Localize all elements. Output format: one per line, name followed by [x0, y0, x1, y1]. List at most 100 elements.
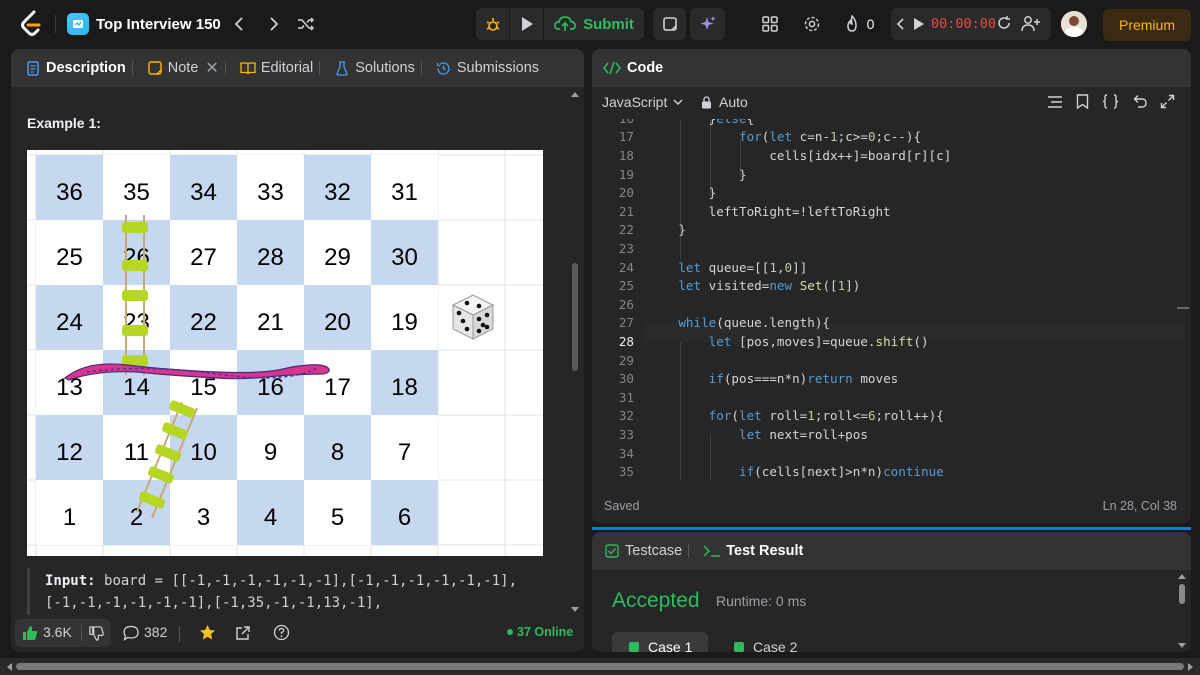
thumbs-up-icon[interactable] [22, 625, 38, 646]
code-text: let queue=[[1,0]] [678, 259, 808, 275]
code-line: 27 while(queue.length){ [592, 314, 1180, 333]
case-1-check-icon [629, 642, 639, 652]
tab-solutions[interactable]: Solutions [334, 60, 428, 76]
description-tabs: Description Note ✕ Editorial Solutions S… [11, 49, 584, 87]
description-icon [25, 60, 41, 76]
line-number: 21 [618, 203, 634, 219]
line-number: 29 [618, 352, 634, 368]
tab-testcase[interactable]: Testcase [604, 543, 695, 559]
problem-list-title[interactable]: Top Interview 150 [96, 12, 221, 36]
settings-gear-icon[interactable] [800, 12, 824, 36]
line-number: 20 [618, 185, 634, 201]
tab-test-result-label: Test Result [726, 543, 804, 559]
share-icon[interactable] [235, 625, 251, 646]
code-text: cells[idx++]=board[r][c] [648, 147, 952, 163]
streak-count: 0 [866, 16, 875, 32]
streak-counter[interactable]: 0 [840, 12, 878, 36]
code-text: let next=roll+pos [739, 426, 868, 442]
help-icon[interactable] [273, 624, 290, 646]
problem-list-icon[interactable] [67, 13, 89, 35]
code-panel: Code JavaScript Auto 16 }else{17 for(let… [592, 49, 1191, 523]
timer-display: 00:00:00 [931, 16, 997, 32]
timer-play-icon[interactable] [913, 17, 925, 36]
description-scrollbar[interactable] [570, 89, 580, 615]
line-number: 17 [618, 129, 634, 145]
verdict-text: Accepted [612, 589, 700, 612]
case-1-tab[interactable]: Case 1 [612, 632, 708, 652]
code-editor[interactable]: 16 }else{17 for(let c=n-1;c>=0;c--){18 c… [592, 119, 1191, 481]
flask-icon [334, 60, 350, 76]
line-number: 27 [618, 315, 634, 331]
auto-mode-label: Auto [719, 94, 748, 110]
comment-icon[interactable] [123, 625, 139, 646]
leetcode-logo-icon[interactable] [18, 10, 44, 38]
layout-grid-icon[interactable] [758, 12, 782, 36]
premium-button[interactable]: Premium [1103, 9, 1191, 41]
line-number: 25 [618, 278, 634, 294]
code-line: 29 [592, 351, 1180, 370]
next-problem-button[interactable] [261, 9, 287, 39]
note-tab-icon [147, 60, 163, 76]
note-icon[interactable] [653, 8, 686, 40]
braces-icon[interactable] [1102, 94, 1119, 109]
submit-label: Submit [583, 15, 634, 33]
case-2-tab[interactable]: Case 2 [734, 632, 797, 652]
code-line: 28 let [pos,moves]=queue.shift() [592, 332, 1180, 351]
expand-icon[interactable] [1160, 94, 1175, 109]
ai-sparkle-icon[interactable] [690, 8, 725, 40]
user-avatar[interactable] [1061, 11, 1087, 37]
tab-editorial[interactable]: Editorial [240, 60, 326, 76]
close-note-icon[interactable]: ✕ [205, 58, 218, 78]
tab-submissions[interactable]: Submissions [436, 60, 539, 76]
comment-count[interactable]: 382 [144, 624, 167, 640]
line-number: 30 [618, 371, 634, 387]
ladders-and-snake [63, 215, 330, 519]
result-tabs: Testcase Test Result [592, 532, 1191, 570]
format-icon[interactable] [1047, 95, 1063, 109]
shuffle-icon[interactable] [293, 9, 319, 39]
code-text: while(queue.length){ [678, 315, 830, 331]
bookmark-icon[interactable] [1076, 94, 1089, 109]
description-footer: 3.6K 382 37 Online [11, 615, 584, 652]
code-text: if(cells[next]>n*n)continue [739, 464, 944, 480]
debug-icon[interactable] [476, 8, 509, 40]
timer-reset-icon[interactable] [996, 15, 1012, 36]
timer-collapse-icon[interactable] [896, 14, 906, 39]
result-scrollbar[interactable] [1177, 572, 1187, 650]
star-favorite-icon[interactable] [199, 624, 216, 646]
tab-description-label: Description [46, 60, 126, 76]
language-select[interactable]: JavaScript [602, 94, 683, 110]
line-number: 33 [618, 426, 634, 442]
tab-solutions-label: Solutions [355, 60, 415, 76]
code-line: 33 let next=roll+pos [592, 425, 1180, 444]
code-line: 34 [592, 444, 1180, 463]
prev-problem-button[interactable] [226, 9, 252, 39]
line-number: 35 [618, 464, 634, 480]
code-line: 20 } [592, 183, 1180, 202]
thumbs-down-icon[interactable] [89, 626, 104, 646]
description-panel: Description Note ✕ Editorial Solutions S… [11, 49, 584, 652]
tab-test-result[interactable]: Test Result [703, 543, 803, 559]
tab-note[interactable]: Note ✕ [147, 58, 232, 78]
code-title: Code [627, 60, 664, 76]
result-panel: Testcase Test Result Accepted Runtime: 0… [592, 532, 1191, 652]
submit-button[interactable]: Submit [544, 8, 644, 40]
auto-mode[interactable]: Auto [701, 94, 748, 110]
line-number: 32 [618, 408, 634, 424]
code-line: 18 cells[idx++]=board[r][c] [592, 146, 1180, 165]
add-friend-icon[interactable] [1021, 15, 1041, 37]
tab-description[interactable]: Description [25, 60, 139, 76]
window-horizontal-scrollbar[interactable] [0, 658, 1200, 675]
code-line: 25 let visited=new Set([1]) [592, 276, 1180, 295]
runtime-text: Runtime: 0 ms [716, 593, 807, 609]
code-line: 26 [592, 295, 1180, 314]
code-line: 21 leftToRight=!leftToRight [592, 202, 1180, 221]
editor-minimap-marker [1177, 307, 1189, 309]
code-line: 32 for(let roll=1;roll<=6;roll++){ [592, 407, 1180, 426]
save-status: Saved [604, 499, 640, 513]
input-line-1: Input: board = [[-1,-1,-1,-1,-1,-1],[-1,… [45, 573, 517, 589]
undo-reset-icon[interactable] [1132, 94, 1147, 109]
run-button[interactable] [510, 8, 543, 40]
case-2-label: Case 2 [753, 639, 798, 652]
panel-resize-handle[interactable] [592, 527, 1191, 530]
